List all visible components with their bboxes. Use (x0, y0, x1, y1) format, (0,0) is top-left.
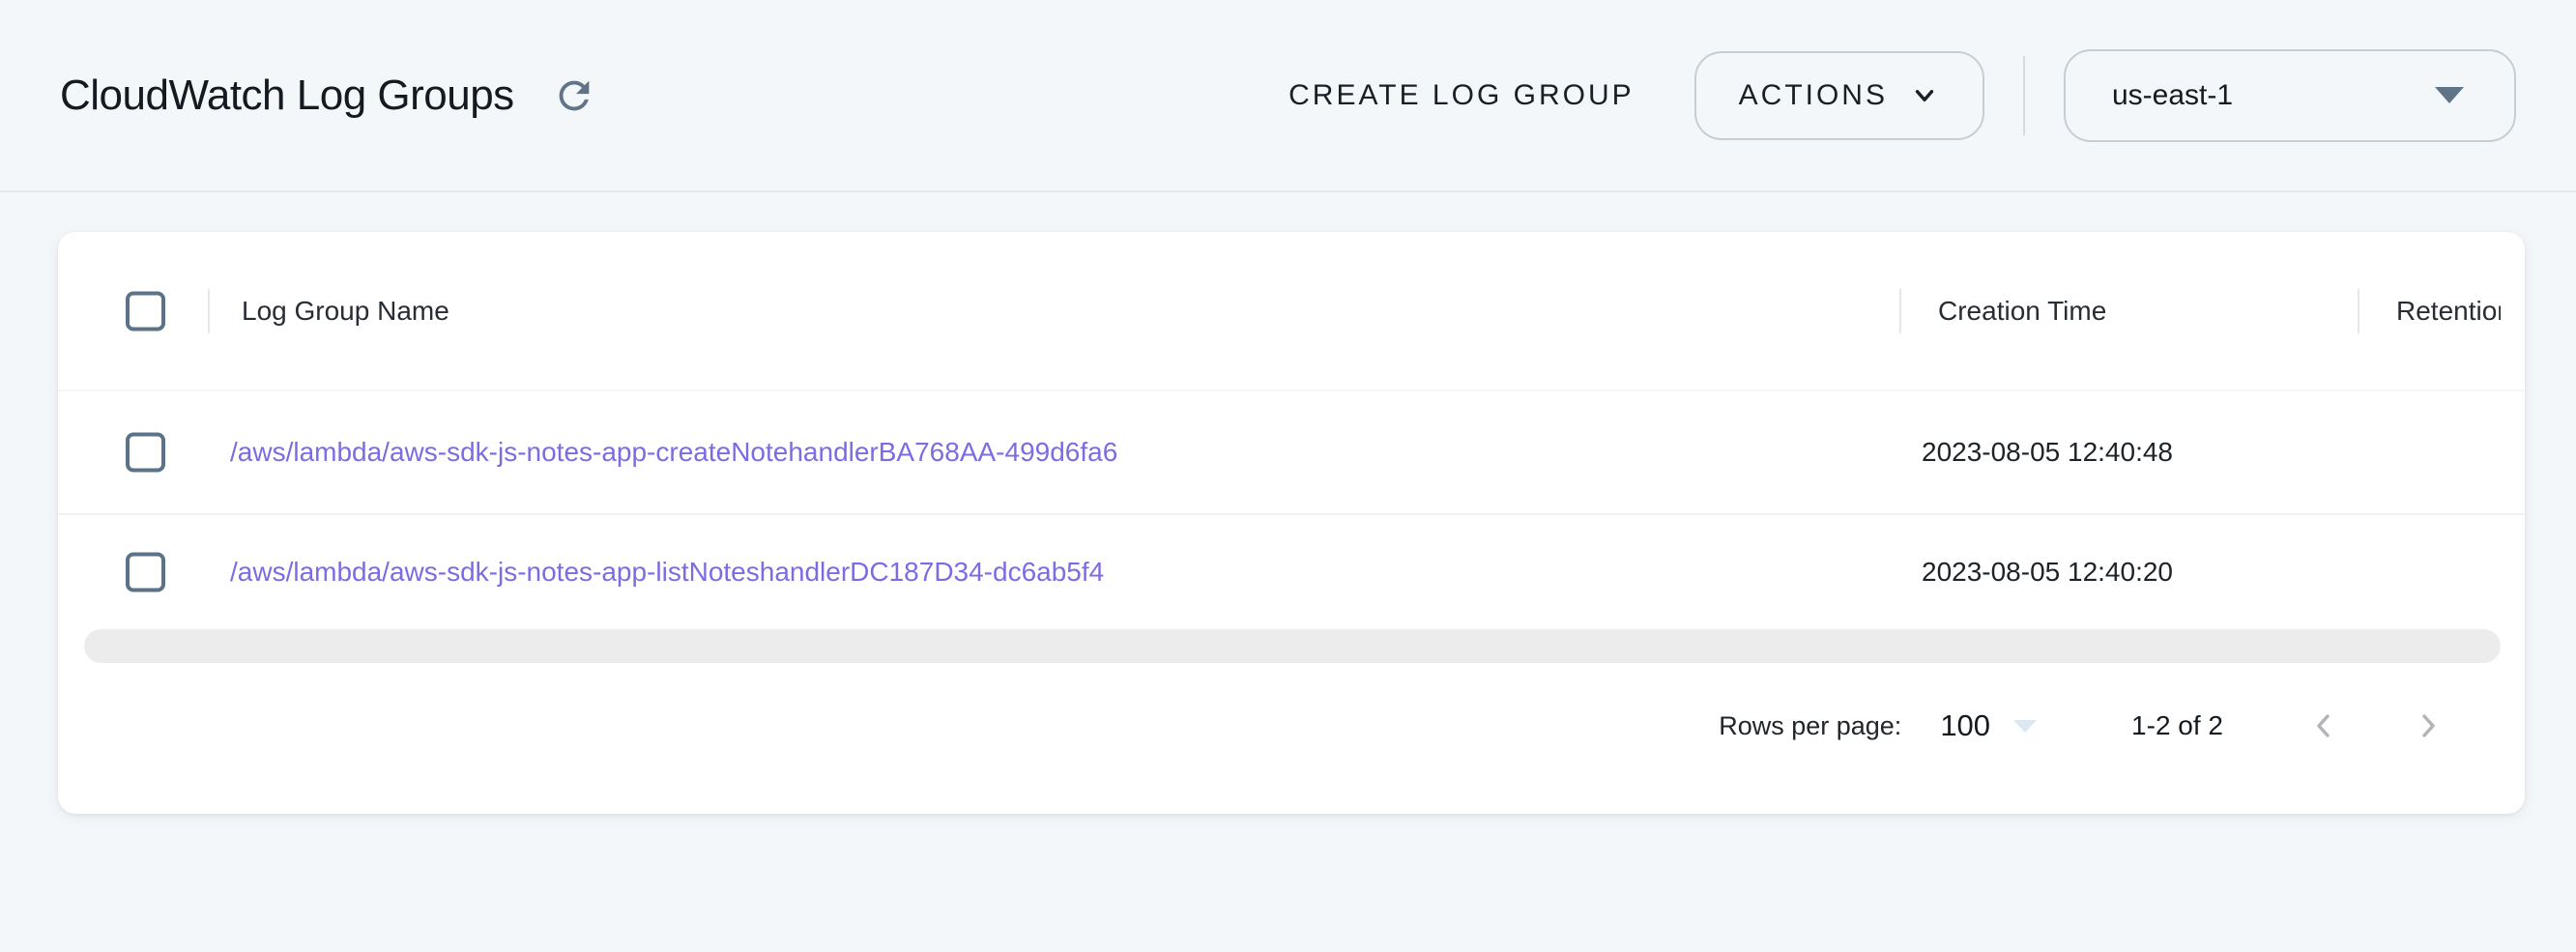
region-selector-value: us-east-1 (2112, 79, 2435, 112)
pagination-range-label: 1-2 of 2 (2131, 710, 2223, 741)
column-header-log-group-name: Log Group Name (242, 296, 449, 327)
horizontal-scrollbar[interactable] (84, 629, 2501, 663)
table-row: /aws/lambda/aws-sdk-js-notes-app-createN… (58, 391, 2525, 515)
column-divider (1899, 289, 1901, 333)
pagination-bar: Rows per page: 100 1-2 of 2 (58, 663, 2525, 789)
rows-per-page-value: 100 (1940, 708, 1990, 743)
chevron-left-icon (2305, 707, 2342, 744)
log-groups-card: Log Group Name Creation Time Retention /… (58, 232, 2525, 814)
create-log-group-button[interactable]: CREATE LOG GROUP (1288, 79, 1635, 112)
log-group-link[interactable]: /aws/lambda/aws-sdk-js-notes-app-createN… (230, 437, 1117, 468)
chevron-right-icon (2410, 707, 2446, 744)
rows-per-page-arrow-icon (2013, 720, 2037, 733)
chevron-down-icon (1888, 80, 1940, 111)
region-selector[interactable]: us-east-1 (2064, 49, 2516, 142)
column-divider (2358, 289, 2359, 333)
header-divider (2023, 56, 2025, 135)
dropdown-arrow-icon (2435, 87, 2464, 103)
row-checkbox[interactable] (126, 433, 165, 473)
table-row: /aws/lambda/aws-sdk-js-notes-app-listNot… (58, 515, 2525, 628)
row-checkbox[interactable] (126, 552, 165, 591)
select-all-checkbox[interactable] (126, 291, 165, 331)
rows-per-page-select[interactable]: 100 (1940, 708, 2037, 743)
column-header-creation-time: Creation Time (1938, 296, 2106, 327)
previous-page-button[interactable] (2299, 701, 2349, 751)
row-checkbox-cell (126, 433, 165, 473)
table-header-row: Log Group Name Creation Time Retention (58, 232, 2525, 391)
cloudwatch-log-groups-page: CloudWatch Log Groups CREATE LOG GROUP A… (0, 0, 2576, 952)
select-all-checkbox-cell (126, 291, 165, 331)
next-page-button[interactable] (2403, 701, 2453, 751)
app-header: CloudWatch Log Groups CREATE LOG GROUP A… (0, 0, 2576, 192)
refresh-icon (552, 73, 596, 118)
actions-button-label: ACTIONS (1739, 79, 1888, 112)
page-title: CloudWatch Log Groups (60, 72, 514, 120)
creation-time-cell: 2023-08-05 12:40:20 (1922, 557, 2173, 588)
log-group-link[interactable]: /aws/lambda/aws-sdk-js-notes-app-listNot… (230, 557, 1104, 588)
actions-button[interactable]: ACTIONS (1694, 51, 1984, 140)
column-divider (208, 289, 210, 333)
rows-per-page-label: Rows per page: (1719, 711, 1901, 741)
refresh-button[interactable] (547, 69, 601, 123)
creation-time-cell: 2023-08-05 12:40:48 (1922, 437, 2173, 468)
column-header-retention: Retention (2396, 296, 2501, 327)
row-checkbox-cell (126, 552, 165, 591)
